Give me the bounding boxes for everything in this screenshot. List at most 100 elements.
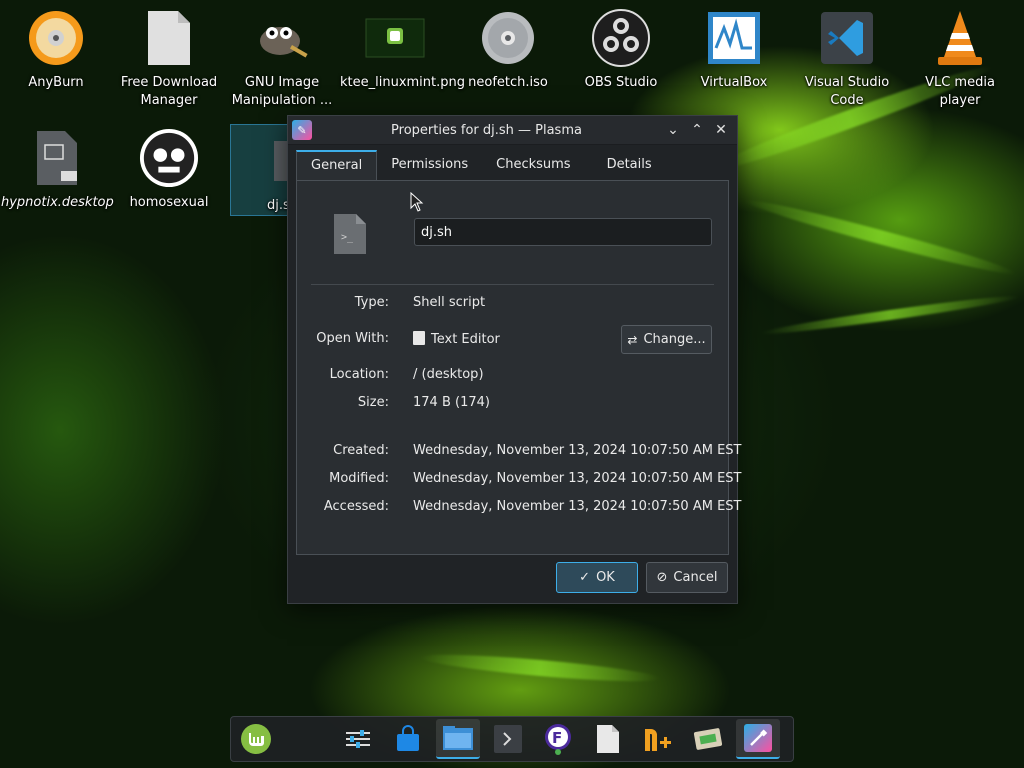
check-icon: ✓	[579, 570, 591, 585]
obs-icon	[591, 8, 651, 68]
ok-button-label: OK	[596, 570, 615, 585]
wallpaper-streak	[419, 649, 661, 687]
modified-label: Modified:	[329, 471, 389, 486]
dialog-titlebar[interactable]: ✎ Properties for dj.sh — Plasma ⌄ ⌃ ✕	[288, 116, 737, 145]
desktop-icon-label: hypnotix.desktop	[1, 195, 114, 210]
chevron-down-icon[interactable]: ⌄	[661, 118, 685, 142]
accessed-row: Accessed: Wednesday, November 13, 2024 1…	[297, 499, 742, 519]
store-icon[interactable]	[386, 719, 430, 759]
desktop-icon-label: VirtualBox	[700, 75, 768, 90]
image-icon	[365, 8, 425, 68]
disk-usage-icon[interactable]	[686, 719, 730, 759]
desktop-icon-vlc[interactable]: VLC media player	[905, 8, 1015, 110]
vlc-icon	[930, 8, 990, 68]
text-editor-icon	[413, 331, 425, 345]
tab-details[interactable]: Details	[585, 150, 674, 180]
desktop-icon-dj-sh[interactable]: dj.s	[230, 124, 290, 216]
document-icon[interactable]	[586, 719, 630, 759]
type-row: Type: Shell script	[297, 295, 728, 315]
desktop-icon-label: VLC media player	[925, 75, 995, 108]
modified-row: Modified: Wednesday, November 13, 2024 1…	[297, 471, 741, 491]
vscode-icon	[817, 8, 877, 68]
accessed-label: Accessed:	[323, 499, 389, 514]
size-row: Size: 174 B (174)	[297, 395, 728, 415]
tab-permissions[interactable]: Permissions	[377, 150, 482, 180]
plasma-properties-icon[interactable]	[736, 719, 780, 759]
desktop-icon-label: OBS Studio	[584, 75, 658, 90]
type-label: Type:	[354, 295, 389, 310]
plasma-app-icon: ✎	[292, 120, 312, 140]
desktop-icon-label: Visual Studio Code	[804, 75, 890, 108]
desktop-icon-neofetch-iso[interactable]: neofetch.iso	[453, 8, 563, 92]
script-file-icon: >_	[332, 212, 368, 256]
type-value: Shell script	[413, 295, 486, 310]
cancel-icon: ⊘	[656, 570, 668, 585]
sliders-icon: ⇄	[627, 332, 638, 347]
divider	[311, 284, 714, 285]
location-label: Location:	[329, 367, 389, 382]
gimp-icon	[252, 8, 312, 68]
created-value: Wednesday, November 13, 2024 10:07:50 AM…	[413, 443, 742, 458]
created-row: Created: Wednesday, November 13, 2024 10…	[297, 443, 741, 463]
desktop-icon-obs-studio[interactable]: OBS Studio	[566, 8, 676, 92]
properties-dialog: ✎ Properties for dj.sh — Plasma ⌄ ⌃ ✕ Ge…	[287, 115, 742, 604]
desktop-icon-free-download-manager[interactable]: Free Download Manager	[114, 8, 224, 110]
cancel-button[interactable]: ⊘ Cancel	[646, 562, 728, 593]
wallpaper-streak	[742, 194, 1018, 280]
desktop-icon-label: AnyBurn	[28, 75, 84, 90]
change-button[interactable]: ⇄ Change...	[621, 325, 712, 354]
file-name-input[interactable]: dj.sh	[414, 218, 712, 246]
settings-icon[interactable]	[336, 719, 380, 759]
tab-general[interactable]: General	[296, 150, 378, 181]
desktop-icon-virtualbox[interactable]: VirtualBox	[679, 8, 789, 92]
dialog-title: Properties for dj.sh — Plasma	[391, 122, 582, 138]
accessed-value: Wednesday, November 13, 2024 10:07:50 AM…	[413, 499, 742, 514]
location-value: / (desktop)	[413, 367, 484, 382]
desktop-icon-gimp[interactable]: GNU Image Manipulation ...	[227, 8, 337, 110]
desktop-icon-ktee-linuxmint[interactable]: ktee_linuxmint.png	[340, 8, 466, 92]
desktop-icon-label: dj.s	[267, 198, 290, 213]
desktop-icon-anyburn[interactable]: AnyBurn	[1, 8, 111, 92]
open-with-app: Text Editor	[431, 332, 500, 347]
desktop-icon-label: ktee_linuxmint.png	[340, 75, 466, 90]
terminal-icon[interactable]	[486, 719, 530, 759]
size-value: 174 B (174)	[413, 395, 490, 410]
script-icon	[259, 131, 289, 191]
open-with-value: Text Editor	[413, 331, 500, 347]
tab-bar: General Permissions Checksums Details	[296, 150, 674, 181]
desktop-file-icon	[26, 128, 86, 188]
mint-menu-icon[interactable]	[234, 719, 278, 759]
desktop-icon-hypnotix[interactable]: hypnotix.desktop	[1, 128, 114, 212]
desktop-icon-label: GNU Image Manipulation ...	[231, 75, 333, 108]
desktop-icon-vscode[interactable]: Visual Studio Code	[792, 8, 902, 110]
svg-text:>_: >_	[341, 232, 354, 243]
mouse-cursor-icon	[410, 192, 424, 212]
cancel-button-label: Cancel	[673, 570, 718, 585]
desktop-icon-label: homosexual	[129, 195, 209, 210]
desktop-icon-label: neofetch.iso	[468, 75, 548, 90]
tab-checksums[interactable]: Checksums	[482, 150, 584, 180]
desktop-icon-homosexual[interactable]: homosexual	[114, 128, 224, 212]
desktop-icon-label: Free Download Manager	[120, 75, 218, 108]
general-panel: >_ dj.sh Type: Shell script Open With: T…	[296, 180, 742, 555]
change-button-label: Change...	[643, 332, 706, 347]
maximize-button[interactable]: ⌃	[685, 118, 709, 142]
location-row: Location: / (desktop)	[297, 367, 728, 387]
wallpaper-streak	[760, 291, 1020, 339]
size-label: Size:	[357, 395, 389, 410]
virtualbox-icon	[704, 8, 764, 68]
file-icon	[139, 8, 199, 68]
svg-text:F: F	[552, 729, 562, 747]
file-manager-icon[interactable]	[436, 719, 480, 759]
image-icon	[139, 128, 199, 188]
nplus-icon[interactable]	[636, 719, 680, 759]
modified-value: Wednesday, November 13, 2024 10:07:50 AM…	[413, 471, 742, 486]
fdm-icon[interactable]: F	[536, 719, 580, 759]
created-label: Created:	[333, 443, 389, 458]
disc-icon	[478, 8, 538, 68]
ok-button[interactable]: ✓ OK	[556, 562, 638, 593]
anyburn-icon	[26, 8, 86, 68]
taskbar: F	[230, 716, 794, 762]
open-with-label: Open With:	[316, 331, 389, 346]
close-button[interactable]: ✕	[709, 118, 733, 142]
